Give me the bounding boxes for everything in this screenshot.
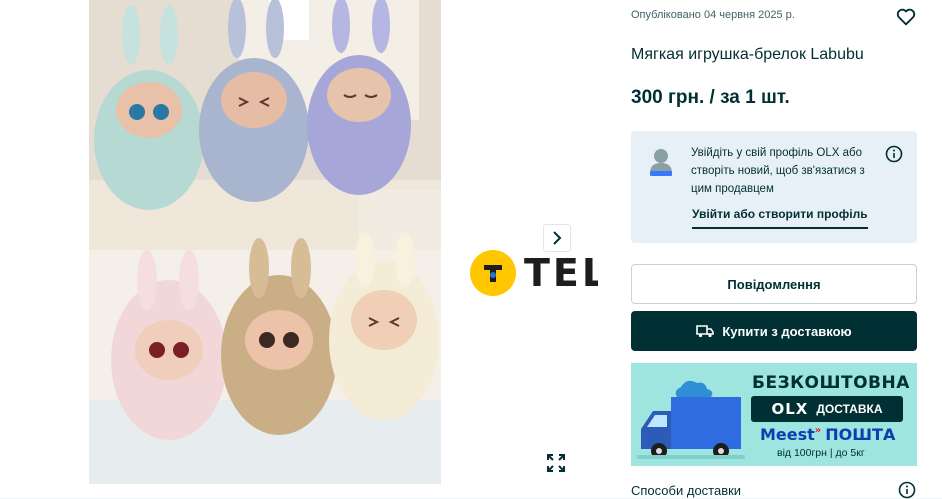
free-delivery-banner[interactable]: БЕЗКОШТОВНА OLX ДОСТАВКА Meest» ПОШТА від… — [631, 363, 917, 466]
info-icon[interactable] — [898, 481, 916, 499]
buy-button-label: Купити з доставкою — [722, 323, 852, 339]
user-avatar-icon — [650, 149, 672, 176]
meest-poshta-logo: Meest» ПОШТА — [760, 425, 896, 444]
listing-title: Мягкая игрушка-брелок Labubu — [631, 46, 864, 63]
meest-brand: Meest — [760, 425, 815, 444]
olx-logo: OLX — [771, 400, 809, 418]
fullscreen-button[interactable] — [543, 450, 569, 476]
banner-note: від 100грн | до 5кг — [777, 447, 865, 459]
heart-icon — [896, 8, 916, 26]
chevron-right-icon — [553, 231, 562, 245]
info-icon[interactable] — [885, 145, 903, 163]
message-button[interactable]: Повідомлення — [631, 264, 917, 304]
listing-photo[interactable] — [89, 0, 441, 484]
olx-delivery-badge: OLX ДОСТАВКА — [751, 396, 903, 422]
login-prompt: Увійдіть у свій профіль OLX або створіть… — [631, 131, 917, 243]
telegraf-logo-icon — [470, 250, 516, 296]
listing-sidebar: Опубліковано 04 червня 2025 р. Мягкая иг… — [598, 0, 942, 499]
olx-delivery-label: ДОСТАВКА — [816, 402, 883, 416]
expand-icon — [547, 454, 565, 472]
delivery-truck-icon — [637, 380, 745, 459]
banner-title: БЕЗКОШТОВНА — [752, 373, 910, 393]
login-link[interactable]: Увійти або створити профіль — [692, 207, 868, 229]
next-photo-button[interactable] — [543, 224, 571, 252]
posted-date: Опубліковано 04 червня 2025 р. — [631, 9, 795, 21]
delivery-methods-heading: Способи доставки — [631, 483, 742, 498]
buy-with-delivery-button[interactable]: Купити з доставкою — [631, 311, 917, 351]
meest-poshta: ПОШТА — [825, 425, 896, 444]
favorite-button[interactable] — [895, 6, 917, 28]
photo-gallery — [0, 0, 598, 498]
listing-price: 300 грн. / за 1 шт. — [631, 87, 790, 108]
truck-icon — [696, 325, 715, 338]
login-prompt-text: Увійдіть у свій профіль OLX або створіть… — [691, 147, 865, 195]
